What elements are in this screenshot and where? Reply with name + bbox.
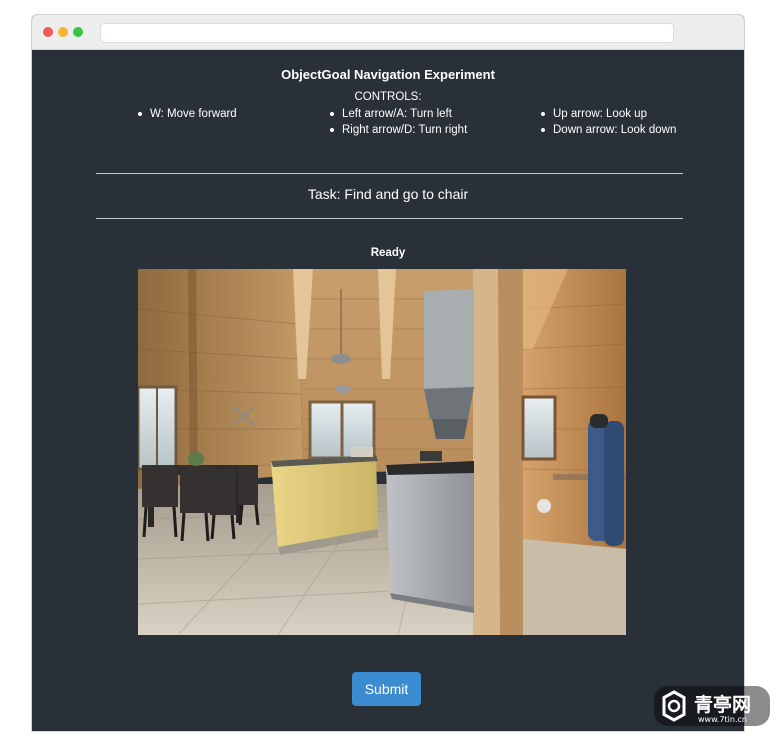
minimize-window-button[interactable]: [58, 27, 68, 37]
navigation-view[interactable]: [138, 269, 626, 635]
divider-bottom: [96, 218, 683, 219]
submit-button[interactable]: Submit: [352, 672, 421, 706]
watermark-brand: 青亭网: [694, 693, 751, 716]
watermark-url: www.7tin.cn: [698, 715, 747, 724]
controls-heading: CONTROLS:: [354, 91, 422, 103]
control-item: Up arrow: Look up: [539, 106, 676, 122]
browser-titlebar: [32, 15, 744, 50]
controls-list-movement: W: Move forward: [136, 106, 237, 122]
experiment-page: ObjectGoal Navigation Experiment CONTROL…: [32, 50, 744, 731]
controls-list-turning: Left arrow/A: Turn left Right arrow/D: T…: [328, 106, 467, 138]
maximize-window-button[interactable]: [73, 27, 83, 37]
address-bar[interactable]: [100, 23, 674, 43]
control-item: Right arrow/D: Turn right: [328, 122, 467, 138]
divider-top: [96, 173, 683, 174]
control-item: Left arrow/A: Turn left: [328, 106, 467, 122]
control-item: Down arrow: Look down: [539, 122, 676, 138]
task-instruction: Task: Find and go to chair: [307, 186, 469, 202]
page-title: ObjectGoal Navigation Experiment: [281, 67, 495, 82]
controls-list-looking: Up arrow: Look up Down arrow: Look down: [539, 106, 676, 138]
status-label: Ready: [370, 247, 406, 259]
control-item: W: Move forward: [136, 106, 237, 122]
brand-watermark: 青亭网 www.7tin.cn: [654, 686, 770, 726]
close-window-button[interactable]: [43, 27, 53, 37]
browser-window: ObjectGoal Navigation Experiment CONTROL…: [32, 15, 744, 731]
